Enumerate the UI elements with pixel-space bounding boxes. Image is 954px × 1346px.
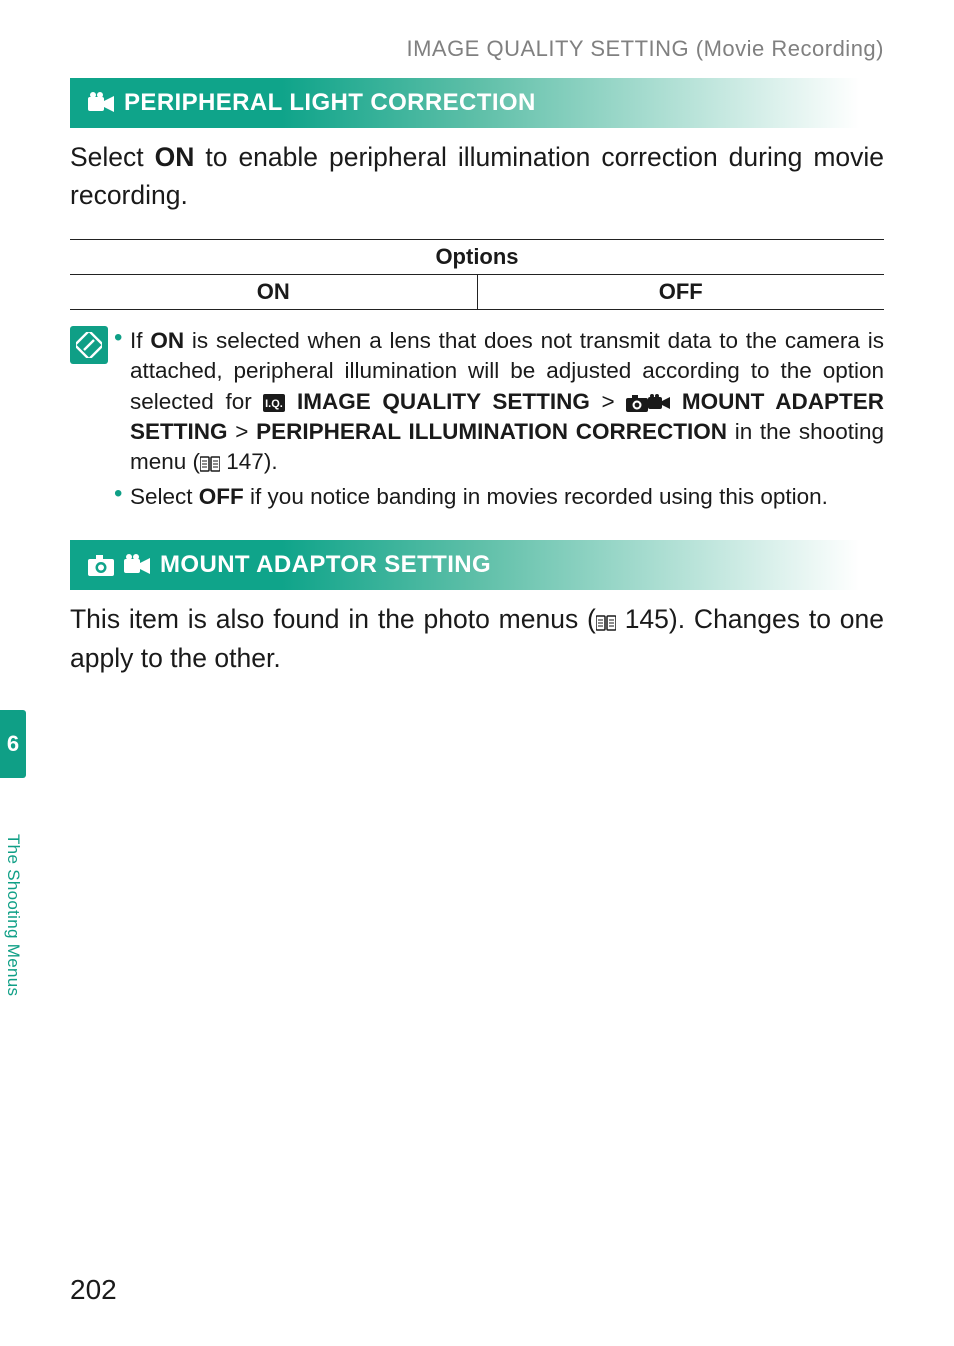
section-title-text: PERIPHERAL LIGHT CORRECTION [124,89,536,117]
section-intro: This item is also found in the photo men… [70,600,884,677]
page-number: 202 [70,1274,117,1306]
option-on: ON [70,274,477,309]
note-badge-icon [70,326,108,364]
note-block: If ON is selected when a lens that does … [70,326,884,516]
movie-icon [124,554,150,576]
section-title-peripheral-light: PERIPHERAL LIGHT CORRECTION [70,78,884,128]
option-off: OFF [477,274,884,309]
iq-badge-icon: I.Q. [263,394,285,412]
note-item: Select OFF if you notice banding in movi… [114,482,884,512]
svg-text:I.Q.: I.Q. [265,398,283,410]
movie-icon [88,92,114,114]
camera-icon [88,554,114,576]
section-intro: Select ON to enable peripheral illuminat… [70,138,884,215]
section-title-mount-adaptor: MOUNT ADAPTOR SETTING [70,540,884,590]
chapter-label: The Shooting Menus [0,792,26,1038]
running-header: IMAGE QUALITY SETTING (Movie Recording) [70,36,884,62]
note-item: If ON is selected when a lens that does … [114,326,884,478]
movie-icon [648,394,670,412]
camera-icon [626,394,648,412]
chapter-tab: 6 [0,710,26,778]
section-title-text: MOUNT ADAPTOR SETTING [160,551,491,579]
page-ref-icon [200,456,220,472]
options-header: Options [70,239,884,274]
page-ref-icon [596,615,616,631]
options-table: Options ON OFF [70,239,884,310]
